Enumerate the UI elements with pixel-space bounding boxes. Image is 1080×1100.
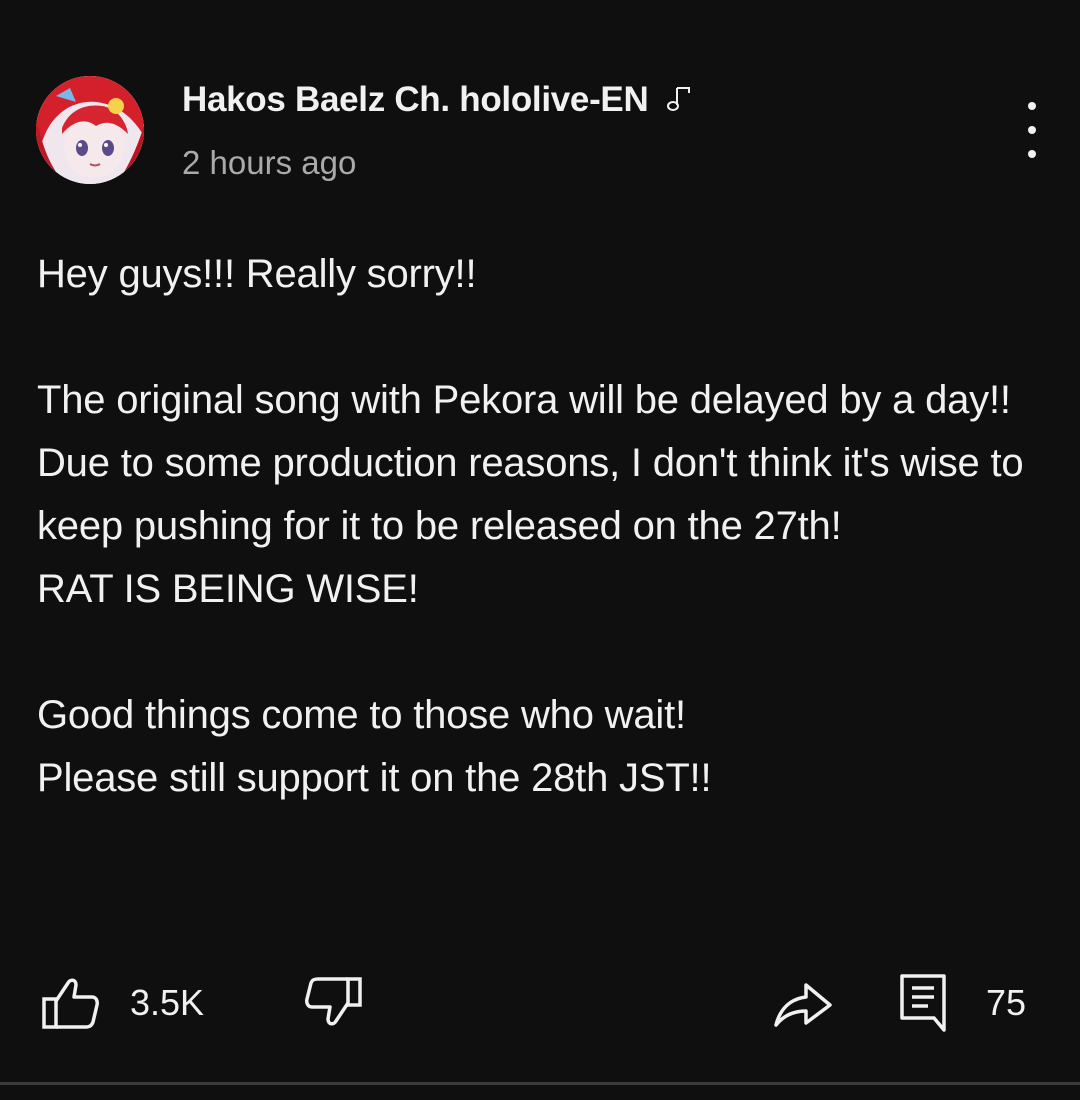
like-count-wrap: 3.5K	[130, 968, 204, 1038]
channel-name[interactable]: Hakos Baelz Ch. hololive-EN	[182, 80, 649, 120]
comment-icon	[900, 974, 946, 1032]
share-arrow-icon	[774, 983, 832, 1027]
dislike-button[interactable]	[304, 968, 366, 1038]
comment-count-wrap: 75	[986, 968, 1026, 1038]
more-vertical-icon	[1028, 102, 1036, 110]
channel-header: Hakos Baelz Ch. hololive-EN	[182, 78, 692, 122]
comment-count: 75	[986, 982, 1027, 1023]
music-note-icon	[666, 85, 692, 115]
comments-button[interactable]	[898, 968, 950, 1038]
community-post: Hakos Baelz Ch. hololive-EN 2 hours ago …	[0, 0, 1080, 1100]
post-timestamp: 2 hours ago	[182, 144, 357, 181]
like-button[interactable]	[40, 968, 100, 1038]
channel-avatar[interactable]	[36, 76, 144, 184]
more-options-button[interactable]	[1010, 102, 1054, 158]
share-button[interactable]	[772, 968, 834, 1038]
action-bar: 3.5K 75	[0, 968, 1080, 1038]
thumbs-down-icon	[305, 977, 362, 1026]
like-count: 3.5K	[130, 982, 205, 1023]
thumbs-up-icon	[42, 978, 99, 1029]
avatar-image	[36, 76, 144, 184]
divider	[0, 1082, 1080, 1085]
post-body: Hey guys!!! Really sorry!! The original …	[37, 252, 1024, 800]
